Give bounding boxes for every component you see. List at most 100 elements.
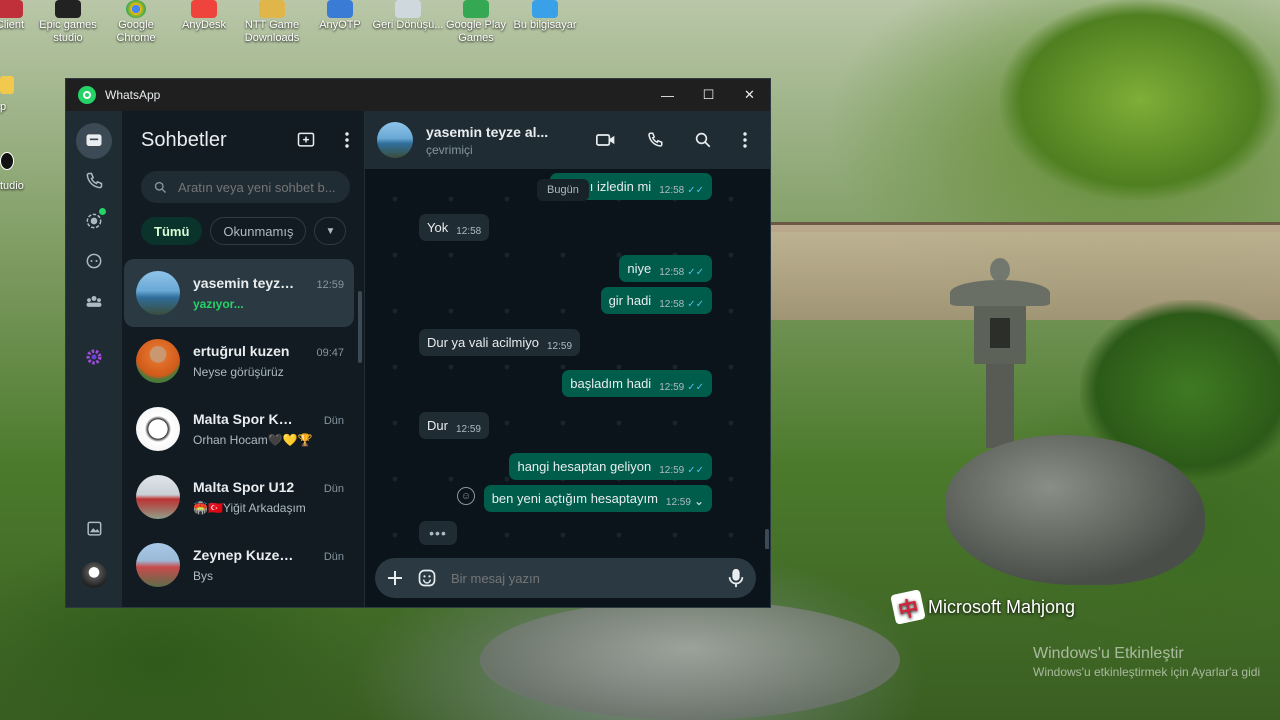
chat-item[interactable]: yasemin teyze... 12:59 yazıyor...	[124, 259, 354, 327]
chat-icon	[86, 134, 102, 146]
message-outgoing[interactable]: başladım hadi 12:59 ✓✓	[562, 370, 712, 397]
profile-button[interactable]	[76, 557, 112, 593]
video-call-button[interactable]	[596, 131, 616, 149]
desktop-icon-mahjong[interactable]: 中 Microsoft Mahjong	[890, 589, 1076, 625]
desktop-icon-label: AnyOTP	[319, 19, 361, 31]
avatar	[136, 339, 180, 383]
phone-icon	[648, 132, 663, 147]
conversation-menu-button[interactable]	[742, 131, 748, 149]
mahjong-label: Microsoft Mahjong	[928, 596, 1076, 617]
contact-name: yasemin teyze al...	[426, 123, 549, 140]
chats-title: Sohbetler	[141, 128, 227, 151]
voice-message-button[interactable]	[728, 568, 744, 588]
message-outgoing[interactable]: hangi hesaptan geliyon 12:59 ✓✓	[509, 453, 712, 480]
message-incoming[interactable]: Dur ya vali acilmiyo 12:59	[419, 329, 581, 356]
chrome-icon	[126, 0, 146, 18]
message-incoming[interactable]: Dur 12:59	[419, 412, 489, 439]
activation-title: Windows'u Etkinleştir	[1033, 645, 1184, 662]
conversation-header[interactable]: yasemin teyze al... çevrimiçi	[365, 111, 770, 169]
desktop-icon-play-games[interactable]: Google Play Games	[440, 0, 512, 45]
date-badge: Bugün	[537, 179, 589, 201]
desktop-icon-recycle-bin[interactable]: Geri Dönüşü...	[372, 0, 444, 32]
channels-nav-button[interactable]	[76, 243, 112, 279]
media-nav-button[interactable]	[76, 511, 112, 547]
filter-all[interactable]: Tümü	[141, 217, 203, 245]
chat-preview: yazıyor...	[193, 297, 244, 311]
read-ticks-icon: ✓✓	[687, 382, 704, 393]
chat-name: Malta Spor Kul...	[193, 411, 298, 427]
composer	[365, 549, 770, 607]
message-incoming[interactable]: Yok 12:58	[419, 214, 490, 241]
desktop-icon-anydesk[interactable]: AnyDesk	[168, 0, 240, 32]
message-time: 12:58	[659, 267, 685, 278]
calls-nav-button[interactable]	[76, 163, 112, 199]
status-nav-button[interactable]	[76, 203, 112, 239]
message-outgoing[interactable]: niye 12:58 ✓✓	[619, 255, 712, 282]
desktop-icon-ntt[interactable]: NTT Game Downloads	[236, 0, 308, 45]
minimize-button[interactable]: —	[647, 79, 688, 111]
attach-button[interactable]	[387, 570, 403, 586]
message-text: Dur	[427, 418, 448, 433]
desktop-icon-chrome[interactable]: Google Chrome	[100, 0, 172, 45]
search-messages-button[interactable]	[694, 131, 712, 149]
chat-item[interactable]: ertuğrul kuzen 09:47 Neyse görüşürüz	[124, 327, 354, 395]
desktop-wallpaper-lantern	[950, 258, 1050, 448]
chat-list-scrollbar[interactable]	[358, 291, 362, 363]
desktop-icon-label: Geri Dönüşü...	[372, 19, 444, 31]
message-area[interactable]: can nı izledin mi 12:58 ✓✓ Bugün Yok 12:…	[365, 169, 770, 549]
message-time: 12:58	[659, 299, 685, 310]
desktop-icon-epic-games[interactable]: Epic games studio	[32, 0, 104, 45]
close-button[interactable]: ✕	[729, 79, 770, 111]
desktop-icon-label: Google Play Games	[446, 19, 506, 44]
message-time: 12:59	[659, 465, 685, 476]
desktop-side-icon[interactable]	[0, 76, 14, 94]
title-bar[interactable]: WhatsApp — ☐ ✕	[66, 79, 770, 111]
message-time: 12:59	[659, 382, 685, 393]
desktop-side-label: tudio	[0, 180, 24, 192]
window-title: WhatsApp	[105, 88, 161, 102]
filter-dropdown-button[interactable]: ▼	[314, 217, 347, 245]
search-input[interactable]	[178, 179, 338, 195]
desktop-icon-label: Epic games studio	[39, 19, 97, 44]
chat-item[interactable]: Zeynep Kuzenim Dün Bys	[124, 531, 354, 599]
microphone-icon	[728, 568, 744, 588]
chat-preview: Neyse görüşürüz	[193, 365, 284, 379]
meta-ai-button[interactable]	[76, 339, 112, 375]
filter-unread[interactable]: Okunmamış	[210, 217, 307, 245]
message-input[interactable]	[451, 570, 714, 586]
maximize-button[interactable]: ☐	[688, 79, 729, 111]
contact-status: çevrimiçi	[426, 142, 473, 157]
desktop-icon-this-pc[interactable]: Bu bilgisayar	[509, 0, 581, 32]
play-games-icon	[463, 0, 489, 18]
chat-item[interactable]: Malta Spor Kul... Dün Orhan Hocam🖤💛🏆	[124, 395, 354, 463]
new-chat-button[interactable]	[296, 130, 316, 150]
app-icon	[0, 0, 23, 18]
desktop-side-icon[interactable]	[0, 152, 14, 170]
message-time: 12:59	[546, 341, 573, 352]
message-outgoing[interactable]: ben yeni açtığım hesaptayım 12:59 ⌄	[483, 485, 712, 512]
chats-menu-button[interactable]	[344, 130, 350, 150]
emoji-react-button[interactable]: ☺	[457, 487, 475, 505]
avatar	[136, 543, 180, 587]
sticker-button[interactable]	[417, 568, 437, 588]
message-outgoing[interactable]: gir hadi 12:58 ✓✓	[600, 287, 712, 314]
message-scrollbar[interactable]	[765, 529, 769, 549]
avatar	[136, 475, 180, 519]
chats-nav-button[interactable]	[76, 123, 112, 159]
chat-preview: Orhan Hocam🖤💛🏆	[193, 433, 313, 447]
voice-call-button[interactable]	[646, 131, 664, 149]
message-text: Yok	[427, 220, 449, 235]
desktop-icon-anyotp[interactable]: AnyOTP	[304, 0, 376, 32]
message-text: ben yeni açtığım hesaptayım	[491, 491, 658, 506]
message-time: 12:58	[659, 185, 685, 196]
message-time: 12:58	[456, 226, 482, 237]
communities-icon	[86, 296, 102, 307]
read-ticks-icon: ✓✓	[687, 185, 704, 196]
chat-name: Zeynep Kuzenim	[193, 547, 298, 563]
chat-search-box[interactable]	[141, 171, 350, 203]
message-menu-chevron-icon[interactable]: ⌄	[694, 494, 704, 508]
communities-nav-button[interactable]	[76, 283, 112, 319]
message-text: niye	[627, 261, 652, 276]
avatar[interactable]	[377, 122, 413, 158]
chat-item[interactable]: Malta Spor U12 Dün 🏟️🇹🇷Yiğit Arkadaşım	[124, 463, 354, 531]
